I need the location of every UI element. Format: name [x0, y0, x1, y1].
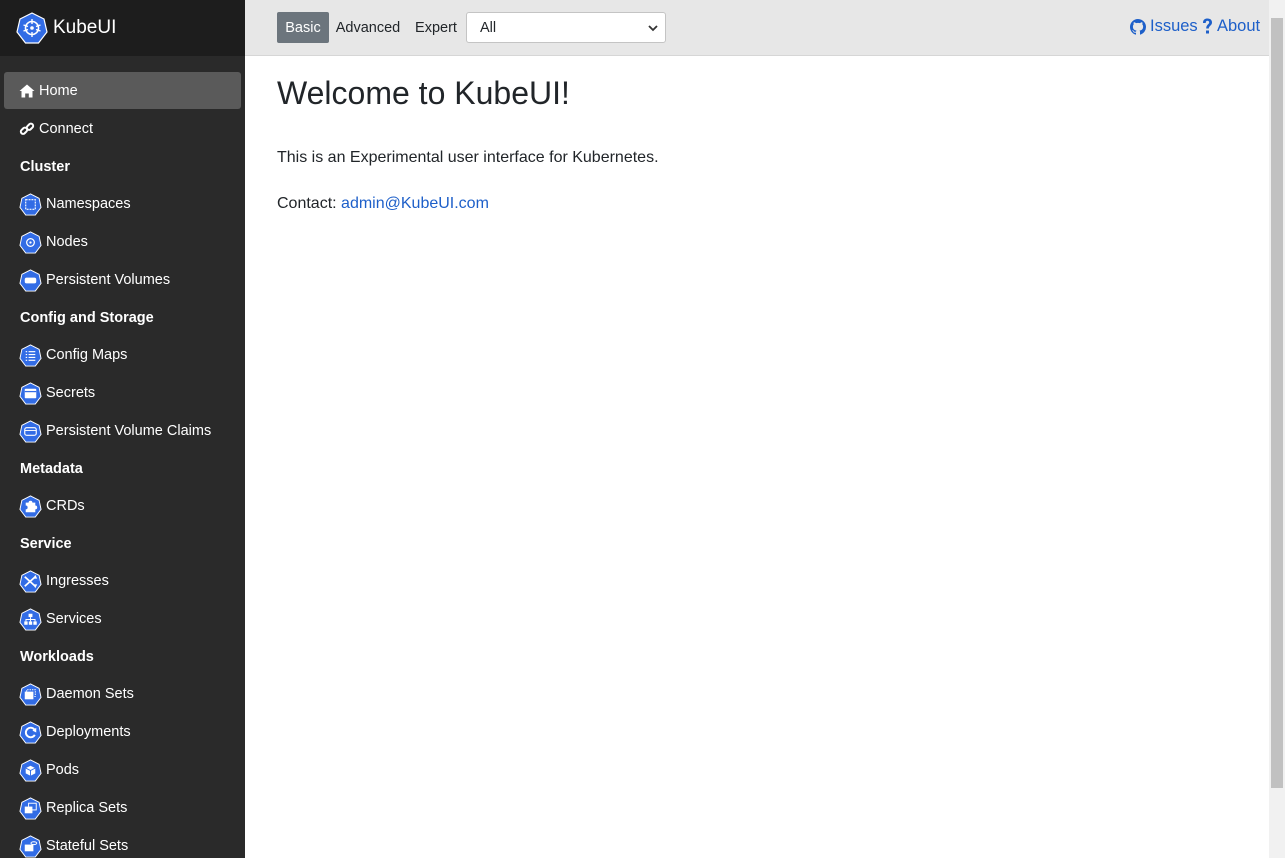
level-expert-button[interactable]: Expert — [412, 12, 460, 43]
sidebar-item-config-maps[interactable]: Config Maps — [0, 336, 245, 374]
section-heading-cluster: Cluster — [20, 158, 70, 175]
pod-icon — [19, 758, 42, 782]
config-map-icon — [19, 343, 42, 367]
section-heading-workloads: Workloads — [20, 648, 94, 665]
sidebar-item-label: Secrets — [46, 385, 96, 401]
sidebar: KubeUI Home Connect Cluster Namespaces N… — [0, 0, 245, 858]
kubernetes-logo-icon — [16, 12, 48, 44]
sidebar-item-label: Stateful Sets — [46, 838, 129, 854]
contact-label: Contact: — [277, 195, 337, 212]
sidebar-item-label: Pods — [46, 762, 80, 778]
sidebar-item-label: Namespaces — [46, 196, 131, 212]
contact-email-link[interactable]: admin@KubeUI.com — [341, 195, 489, 212]
sidebar-item-connect[interactable]: Connect — [4, 110, 241, 147]
issues-link-label: Issues — [1150, 17, 1198, 35]
sidebar-item-ingresses[interactable]: Ingresses — [0, 562, 245, 600]
sidebar-item-nodes[interactable]: Nodes — [0, 223, 245, 261]
sidebar-item-label: Daemon Sets — [46, 686, 134, 702]
level-basic-button[interactable]: Basic — [277, 12, 329, 43]
sidebar-item-deployments[interactable]: Deployments — [0, 713, 245, 751]
replica-set-icon — [19, 796, 42, 820]
page-title: Welcome to KubeUI! — [277, 75, 570, 111]
sidebar-item-label: Services — [46, 611, 102, 627]
contact-line: Contact: admin@KubeUI.com — [277, 195, 1257, 213]
top-bar: Basic Advanced Expert All Issues About — [245, 0, 1285, 56]
section-heading-service: Service — [20, 535, 72, 552]
issues-link[interactable]: Issues — [1130, 17, 1198, 36]
sidebar-item-label: Connect — [39, 120, 94, 137]
sidebar-item-label: Ingresses — [46, 573, 109, 589]
about-link[interactable]: About — [1202, 17, 1260, 36]
link-icon — [19, 122, 35, 135]
sidebar-item-crds[interactable]: CRDs — [0, 487, 245, 525]
sidebar-item-stateful-sets[interactable]: Stateful Sets — [0, 827, 245, 858]
section-heading-metadata: Metadata — [20, 460, 83, 477]
sidebar-item-services[interactable]: Services — [0, 600, 245, 638]
sidebar-item-namespaces[interactable]: Namespaces — [0, 185, 245, 223]
sidebar-item-home[interactable]: Home — [4, 72, 241, 109]
ingress-icon — [19, 569, 42, 593]
persistent-volume-icon — [19, 268, 42, 292]
sidebar-item-label: Nodes — [46, 234, 88, 250]
sidebar-item-label: Replica Sets — [46, 800, 128, 816]
sidebar-item-secrets[interactable]: Secrets — [0, 374, 245, 412]
sidebar-item-label: CRDs — [46, 498, 85, 514]
brand[interactable]: KubeUI — [0, 0, 245, 56]
sidebar-item-label: Deployments — [46, 724, 131, 740]
sidebar-item-replica-sets[interactable]: Replica Sets — [0, 789, 245, 827]
sidebar-item-label: Persistent Volumes — [46, 272, 171, 288]
sidebar-item-label: Home — [39, 82, 78, 99]
namespace-select[interactable]: All — [466, 12, 666, 43]
github-icon — [1130, 18, 1146, 35]
chevron-down-icon — [648, 25, 658, 32]
stateful-set-icon — [19, 834, 42, 858]
sidebar-nav: Home Connect Cluster Namespaces Nodes Pe… — [0, 56, 245, 858]
sidebar-item-pods[interactable]: Pods — [0, 751, 245, 789]
node-icon — [19, 230, 42, 254]
section-heading-config-and-storage: Config and Storage — [20, 309, 154, 326]
main-content: Welcome to KubeUI! This is an Experiment… — [277, 56, 1257, 213]
persistent-volume-claim-icon — [19, 419, 42, 443]
sidebar-item-persistent-volumes[interactable]: Persistent Volumes — [0, 261, 245, 299]
service-icon — [19, 607, 42, 631]
page-scrollbar[interactable] — [1269, 0, 1285, 858]
daemon-set-icon — [19, 682, 42, 706]
home-icon — [19, 84, 35, 97]
namespace-icon — [19, 192, 42, 216]
sidebar-item-daemon-sets[interactable]: Daemon Sets — [0, 675, 245, 713]
brand-name: KubeUI — [53, 17, 117, 38]
question-icon — [1203, 18, 1212, 34]
scrollbar-thumb[interactable] — [1271, 18, 1283, 788]
crd-icon — [19, 494, 42, 518]
namespace-select-value: All — [480, 19, 497, 36]
deployment-icon — [19, 720, 42, 744]
level-advanced-button[interactable]: Advanced — [333, 12, 403, 43]
intro-text: This is an Experimental user interface f… — [277, 149, 659, 166]
sidebar-item-label: Config Maps — [46, 347, 128, 363]
sidebar-item-persistent-volume-claims[interactable]: Persistent Volume Claims — [0, 412, 245, 450]
about-link-label: About — [1217, 17, 1261, 35]
sidebar-item-label: Persistent Volume Claims — [46, 423, 212, 439]
secret-icon — [19, 381, 42, 405]
